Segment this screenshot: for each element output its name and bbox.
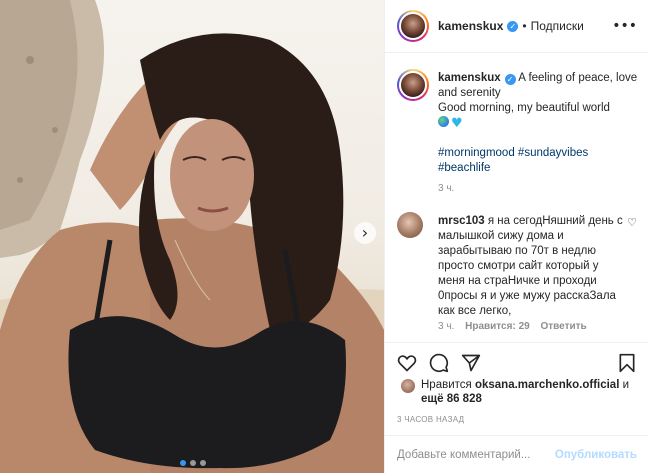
- post-header: kamenskux ✓ • Подписки •••: [385, 0, 648, 53]
- verified-badge-icon: ✓: [504, 74, 516, 85]
- comment-icon[interactable]: [429, 353, 449, 373]
- like-comment-heart-icon[interactable]: ♡: [627, 216, 637, 229]
- caption-text-line2: Good morning, my beautiful world: [438, 102, 610, 114]
- carousel-indicator: [180, 460, 206, 466]
- carousel-dot: [190, 460, 196, 466]
- commenter-username[interactable]: mrsc103: [438, 215, 485, 227]
- globe-emoji-icon: [438, 116, 449, 127]
- hashtag-link[interactable]: #morningmood: [438, 147, 515, 159]
- reply-button[interactable]: Ответить: [540, 321, 586, 332]
- comment-body: mrsc103 я на сегодНяшний день с малышкой…: [438, 214, 624, 319]
- comment-meta: 3 ч. Нравится: 29 Ответить: [438, 321, 595, 332]
- separator-dot: •: [522, 19, 527, 33]
- post-actions: [385, 342, 648, 376]
- caption-body: kamenskux ✓ A feeling of peace, love and …: [438, 71, 638, 176]
- likes-others-count[interactable]: ещё 86 828: [421, 393, 482, 405]
- post-timestamp[interactable]: 3 ЧАСОВ НАЗАД: [397, 415, 464, 424]
- heart-icon[interactable]: [397, 353, 417, 373]
- post-photo[interactable]: ›: [0, 0, 384, 473]
- comment-input[interactable]: [397, 448, 555, 461]
- caption-time[interactable]: 3 ч.: [438, 183, 454, 194]
- avatar[interactable]: [397, 10, 429, 42]
- verified-badge-icon: ✓: [507, 20, 519, 32]
- post-details-panel: kamenskux ✓ • Подписки ••• kamenskux ✓ A …: [384, 0, 648, 473]
- comment-time[interactable]: 3 ч.: [438, 321, 454, 332]
- bookmark-icon[interactable]: [617, 353, 637, 373]
- liker-avatar[interactable]: [401, 379, 415, 393]
- avatar-image: [399, 71, 427, 99]
- likes-prefix: Нравится: [421, 379, 475, 391]
- hashtags: #morningmood #sundayvibes #beachlife: [438, 146, 638, 176]
- caption-username[interactable]: kamenskux: [438, 72, 501, 84]
- comment-text: я на сегодНяшний день с малышкой сижу до…: [438, 215, 623, 317]
- post-comment-button[interactable]: Опубликовать: [555, 449, 637, 461]
- likes-middle: и: [619, 379, 630, 391]
- add-comment-bar: Опубликовать: [385, 435, 648, 473]
- caption-avatar[interactable]: [397, 69, 429, 101]
- carousel-dot: [180, 460, 186, 466]
- commenter-avatar[interactable]: [397, 212, 423, 238]
- comments-list[interactable]: kamenskux ✓ A feeling of peace, love and …: [385, 54, 648, 340]
- follow-button[interactable]: Подписки: [531, 19, 584, 33]
- hashtag-link[interactable]: #sundayvibes: [518, 147, 588, 159]
- likes-summary: Нравится oksana.marchenko.official и ещё…: [401, 378, 637, 406]
- liker-username[interactable]: oksana.marchenko.official: [475, 379, 619, 391]
- blue-heart-emoji-icon: ♥: [451, 116, 463, 131]
- post-image: [0, 0, 384, 473]
- hashtag-link[interactable]: #beachlife: [438, 162, 490, 174]
- share-icon[interactable]: [461, 353, 481, 373]
- more-options-icon[interactable]: •••: [612, 18, 637, 34]
- comment-likes-count[interactable]: Нравится: 29: [465, 321, 530, 332]
- author-username[interactable]: kamenskux: [438, 19, 503, 33]
- chevron-right-icon[interactable]: ›: [354, 222, 376, 244]
- carousel-dot: [200, 460, 206, 466]
- avatar-image: [399, 12, 427, 40]
